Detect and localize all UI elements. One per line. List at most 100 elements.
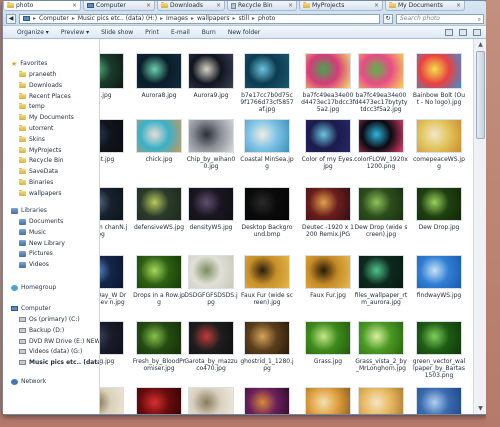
close-tab-icon[interactable]: ×: [216, 2, 221, 9]
nav-item-my-documents[interactable]: My Documents: [19, 114, 74, 121]
file-thumbnail[interactable]: ghostrid_1_1280.jpg: [240, 321, 294, 379]
file-thumbnail[interactable]: findwayWS.jpg: [416, 255, 462, 313]
nav-library-videos[interactable]: Videos: [19, 261, 49, 268]
file-thumbnail[interactable]: Aurora9.jpg: [188, 53, 234, 111]
vertical-scrollbar[interactable]: ▲ ▼: [473, 39, 487, 414]
file-thumbnail[interactable]: I_Shot_You_Down_by_atobgraphics.jpg: [358, 387, 404, 414]
tab-photo[interactable]: photo ×: [3, 1, 81, 11]
file-thumbnail[interactable]: Fresh_by_BloodPromiser.jpg: [133, 321, 185, 379]
nav-network[interactable]: Network: [11, 378, 46, 385]
nav-library-pictures[interactable]: Pictures: [19, 250, 53, 257]
nav-item-wallpapers[interactable]: wallpapers: [19, 189, 62, 197]
nav-homegroup[interactable]: Homegroup: [11, 284, 56, 291]
file-thumbnail[interactable]: Homespun_2560x1600_by_hermik.jpg: [244, 387, 290, 414]
nav-drive-3[interactable]: Videos (data) (G:): [19, 348, 82, 355]
close-tab-icon[interactable]: ×: [456, 2, 461, 9]
view-options-icon[interactable]: [445, 28, 453, 36]
tab-downloads[interactable]: Downloads ×: [157, 1, 225, 11]
tab-my-documents[interactable]: My Documents ×: [385, 1, 465, 11]
slideshow-button[interactable]: Slide show: [101, 29, 133, 36]
nav-item-myprojects[interactable]: MyProjects: [19, 146, 61, 154]
close-tab-icon[interactable]: ×: [374, 2, 379, 9]
file-thumbnail[interactable]: Dew Drop (wide screen).jpg: [355, 187, 407, 245]
nav-library-documents[interactable]: Documents: [19, 218, 63, 225]
file-thumbnail[interactable]: b7e17cc7b0d75c9f1766d73cf5857af.jpg: [240, 53, 294, 113]
nav-libraries[interactable]: Libraries: [11, 207, 47, 214]
nav-drive-1[interactable]: Backup (D:): [19, 327, 64, 334]
nav-drive-0[interactable]: Os (primary) (C:): [19, 316, 80, 323]
file-thumbnail[interactable]: Aurora8.jpg: [136, 53, 182, 111]
file-thumbnail[interactable]: colorFLOW_1920x1200.png: [354, 119, 408, 177]
file-thumbnail[interactable]: Heven_flowers_by_AiK_art.jpg: [188, 387, 234, 414]
file-thumbnail[interactable]: Deutec -1920 x 1200 Remix.JPG: [302, 187, 354, 245]
file-thumbnail[interactable]: e_Perfum chanN.jpg: [100, 187, 127, 245]
address-bar[interactable]: ▸ Computer ▸ Music pics etc.. (data) (H:) ▸ I…: [19, 13, 380, 24]
back-button[interactable]: ◀: [6, 13, 16, 24]
file-thumbnail[interactable]: ba7fc49ea34e00d4473ec17bdcc3f5a2.jpg: [301, 53, 355, 113]
file-thumbnail[interactable]: green_vector_wallpaper_by_Bartas1503.png: [413, 321, 465, 379]
breadcrumb-3[interactable]: wallpapers: [197, 15, 230, 22]
organize-button[interactable]: Organize ▾: [17, 29, 49, 36]
file-thumbnail[interactable]: densityWS.jpg: [188, 187, 234, 245]
nav-computer[interactable]: Computer: [11, 305, 51, 312]
scroll-down-icon[interactable]: ▼: [476, 404, 485, 413]
file-thumbnail[interactable]: ba7fc49ea34e00d4473ec17bytyty tdcc3f5a2.…: [355, 53, 407, 113]
burn-button[interactable]: Burn: [202, 29, 216, 36]
print-button[interactable]: Print: [145, 29, 159, 36]
file-thumbnail[interactable]: Coastal MinSea.jpg: [240, 119, 294, 177]
file-thumbnail[interactable]: Desktop Background.bmp: [241, 187, 293, 245]
breadcrumb-5[interactable]: photo: [258, 15, 275, 22]
file-thumbnail[interactable]: dient.jpg: [100, 119, 124, 177]
close-tab-icon[interactable]: ×: [288, 2, 293, 9]
file-thumbnail[interactable]: nd_by_Day_W DreamerSev n.jpg: [100, 255, 126, 313]
file-thumbnail[interactable]: Bainbow Bolt (Out - No logo).jpg: [413, 53, 465, 111]
file-thumbnail[interactable]: IMG_296134.jpg: [416, 387, 462, 414]
file-thumbnail[interactable]: Grass_vista_2_by_MrLonghorn.jpg: [355, 321, 407, 379]
refresh-button[interactable]: ↻: [383, 13, 393, 24]
nav-item-savedata[interactable]: SaveData: [19, 168, 58, 175]
nav-item-skins[interactable]: Skins: [19, 135, 45, 143]
preview-pane-icon[interactable]: [459, 28, 467, 36]
file-thumbnail[interactable]: DSDGFGFSDSDS.jpg: [184, 255, 238, 313]
nav-item-recycle-bin[interactable]: Recycle Bin: [19, 157, 64, 164]
nav-library-music[interactable]: Music: [19, 229, 46, 236]
nav-item-temp[interactable]: temp: [19, 103, 45, 110]
tab-recycle-bin[interactable]: Recycle Bin ×: [227, 1, 297, 11]
preview-button[interactable]: Preview ▾: [61, 29, 89, 36]
file-thumbnail[interactable]: ssing.jpg: [100, 321, 124, 379]
file-thumbnail[interactable]: defensiveWS.jpg: [134, 187, 184, 245]
close-tab-icon[interactable]: ×: [146, 2, 151, 9]
file-thumbnail[interactable]: Faux Fur.jpg: [305, 255, 351, 313]
file-thumbnail[interactable]: Garota_by_mazzuco470.jpg: [184, 321, 238, 379]
file-thumbnail[interactable]: Chip_by_wihan00.jpg: [187, 119, 235, 177]
nav-item-praneeth[interactable]: praneeth: [19, 71, 56, 78]
file-thumbnail[interactable]: chick.jpg: [136, 119, 182, 177]
file-thumbnail[interactable]: Color of my Eyes.jpg: [302, 119, 354, 177]
file-thumbnail[interactable]: Heart_by_williamlie.jpg: [136, 387, 182, 414]
help-icon[interactable]: [473, 28, 481, 36]
file-thumbnail[interactable]: Grass.jpg: [305, 321, 351, 379]
file-thumbnail[interactable]: Dew Drop.jpg: [416, 187, 462, 245]
breadcrumb-0[interactable]: Computer: [39, 15, 69, 22]
search-input[interactable]: Search photo ⌕: [396, 13, 484, 24]
file-thumbnail[interactable]: files_wallpaper_rtm_aurora.jpg: [355, 255, 407, 313]
nav-drive-2[interactable]: DVD RW Drive (E:) NEW: [19, 338, 99, 345]
email-button[interactable]: E-mail: [171, 29, 190, 36]
file-thumbnail[interactable]: ra6.jpg: [100, 53, 124, 111]
file-thumbnail[interactable]: comepeaceWS.jpg: [413, 119, 465, 177]
nav-drive-4[interactable]: Music pics etc.. (data) (H:): [19, 359, 99, 366]
file-thumbnail[interactable]: otter_Desk paper_by_ell oddy.jpg: [100, 387, 124, 414]
scroll-thumb[interactable]: [476, 51, 485, 139]
breadcrumb-4[interactable]: still: [239, 15, 249, 22]
scroll-up-icon[interactable]: ▲: [476, 40, 485, 49]
nav-favorites[interactable]: ★ Favorites: [11, 60, 47, 67]
nav-item-recent-places[interactable]: Recent Places: [19, 92, 71, 100]
nav-library-new-library[interactable]: New Library: [19, 240, 65, 247]
tab-computer[interactable]: Computer ×: [83, 1, 155, 11]
breadcrumb-2[interactable]: Images: [166, 15, 188, 22]
new-folder-button[interactable]: New folder: [228, 29, 260, 36]
nav-item-downloads[interactable]: Downloads: [19, 81, 62, 89]
close-tab-icon[interactable]: ×: [72, 2, 77, 9]
file-thumbnail[interactable]: Drops in a Row.jpg: [133, 255, 185, 313]
file-thumbnail[interactable]: Faux Fur (wide screen).jpg: [241, 255, 293, 313]
